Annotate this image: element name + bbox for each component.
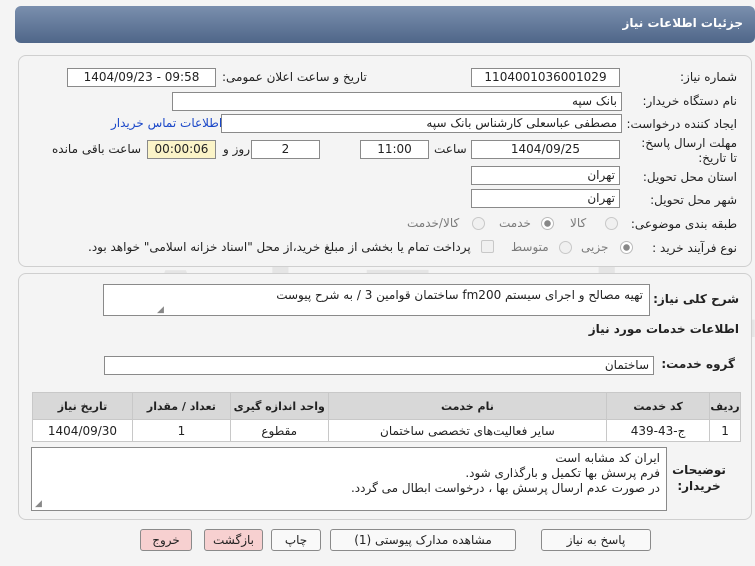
remaining-label: ساعت باقی مانده (52, 142, 142, 156)
buyer-notes-field: ایران کد مشابه است فرم پرسش بها تکمیل و … (31, 447, 667, 511)
process-option-minor: جزیی (581, 240, 609, 254)
services-table: ردیف کد خدمت نام خدمت واحد اندازه گیری ت… (32, 392, 741, 442)
resize-handle-icon[interactable]: ◢ (35, 499, 42, 509)
deadline-date-field: 1404/09/25 (471, 140, 620, 159)
city-field: تهران (471, 189, 620, 208)
col-header-row-number: ردیف (709, 392, 741, 420)
province-label: استان محل تحویل: (642, 170, 737, 184)
service-group-label: گروه خدمت: (661, 357, 735, 371)
exit-button[interactable]: خروج (140, 529, 192, 551)
remaining-time-field: 00:00:06 (147, 140, 216, 159)
buyer-notes-label: توضیحات خریدار: (672, 463, 726, 493)
treasury-payment-checkbox[interactable] (481, 240, 494, 253)
cell-quantity: 1 (131, 419, 231, 442)
reply-to-need-button[interactable]: پاسخ به نیاز (541, 529, 651, 551)
cell-service-name: سایر فعالیت‌های تخصصی ساختمان (327, 419, 608, 442)
requester-label: ایجاد کننده درخواست: (626, 117, 737, 131)
announce-datetime-field: 1404/09/23 - 09:58 (67, 68, 216, 87)
category-option-service: خدمت (499, 216, 531, 230)
service-info-title: اطلاعات خدمات مورد نیاز (588, 322, 739, 336)
buyer-org-field: بانک سپه (172, 92, 622, 111)
cell-unit: مقطوع (229, 419, 329, 442)
summary-field: تهیه مصالح و اجرای سیستم fm200 ساختمان ق… (103, 284, 650, 316)
time-label: ساعت (434, 142, 467, 156)
category-option-goods: کالا (570, 216, 587, 230)
col-header-quantity: تعداد / مقدار (131, 392, 231, 420)
requester-field: مصطفی عباسعلی کارشناس بانک سپه (221, 114, 622, 133)
view-attachments-button[interactable]: مشاهده مدارک پیوستی (1) (330, 529, 516, 551)
back-button[interactable]: بازگشت (204, 529, 263, 551)
col-header-need-date: تاریخ نیاز (32, 392, 133, 420)
print-button[interactable]: چاپ (271, 529, 321, 551)
deadline-label: مهلت ارسال پاسخ: تا تاریخ: (641, 136, 737, 165)
deadline-time-field: 11:00 (360, 140, 429, 159)
notes-line: در صورت عدم ارسال پرسش بها ، درخواست ابط… (350, 481, 660, 495)
need-number-label: شماره نیاز: (680, 70, 737, 84)
treasury-payment-label: پرداخت تمام یا بخشی از مبلغ خرید،از محل … (88, 240, 471, 254)
cell-service-code: ج-43-439 (606, 419, 711, 442)
days-field: 2 (251, 140, 320, 159)
service-group-field: ساختمان (104, 356, 654, 375)
resize-handle-icon[interactable]: ◢ (157, 305, 164, 315)
category-radio-goods-service[interactable] (472, 217, 485, 230)
col-header-service-code: کد خدمت (606, 392, 711, 420)
process-radio-medium[interactable] (559, 241, 572, 254)
need-number-field: 1104001036001029 (471, 68, 620, 87)
table-header-row: ردیف کد خدمت نام خدمت واحد اندازه گیری ت… (32, 392, 741, 420)
announce-datetime-label: تاریخ و ساعت اعلان عمومی: (222, 70, 367, 84)
process-type-label: نوع فرآیند خرید : (652, 241, 737, 255)
cell-row-number: 1 (709, 419, 741, 442)
page-header: جزئیات اطلاعات نیاز (15, 6, 755, 43)
province-field: تهران (471, 166, 620, 185)
city-label: شهر محل تحویل: (650, 193, 737, 207)
notes-line: ایران کد مشابه است (555, 451, 660, 465)
summary-label: شرح کلی نیاز: (653, 292, 739, 306)
col-header-service-name: نام خدمت (327, 392, 608, 420)
table-row: 1 ج-43-439 سایر فعالیت‌های تخصصی ساختمان… (32, 419, 741, 442)
notes-line: فرم پرسش بها تکمیل و بارگذاری شود. (465, 466, 660, 480)
category-label: طبقه بندی موضوعی: (630, 217, 737, 231)
process-radio-minor[interactable] (620, 241, 633, 254)
process-option-medium: متوسط (511, 240, 549, 254)
buyer-contact-link[interactable]: اطلاعات تماس خریدار (111, 116, 222, 130)
col-header-unit: واحد اندازه گیری (229, 392, 329, 420)
category-radio-service[interactable] (541, 217, 554, 230)
category-radio-goods[interactable] (605, 217, 618, 230)
page-title: جزئیات اطلاعات نیاز (622, 16, 743, 30)
day-and-label: روز و (223, 142, 250, 156)
buyer-org-label: نام دستگاه خریدار: (642, 94, 738, 108)
cell-need-date: 1404/09/30 (32, 419, 133, 442)
category-option-goods-service: کالا/خدمت (407, 216, 460, 230)
